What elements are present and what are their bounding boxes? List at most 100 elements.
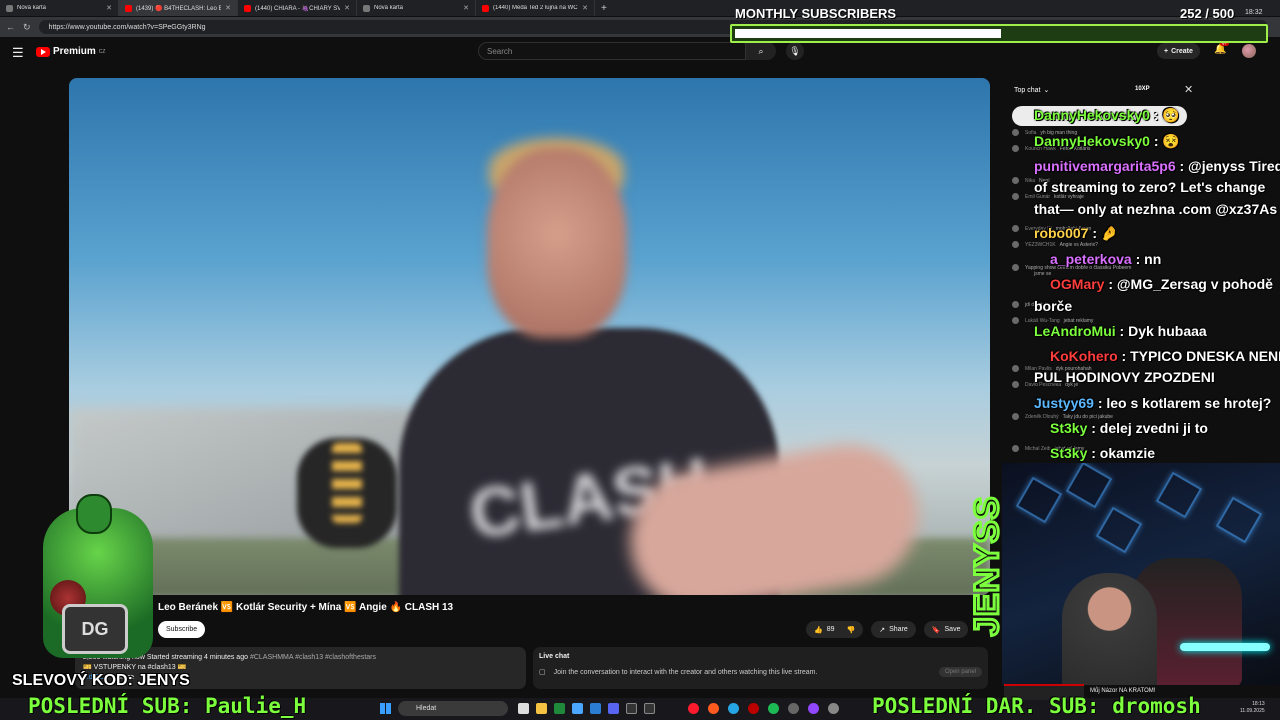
subscribe-button[interactable]: Subscribe xyxy=(158,621,206,638)
overlay-chat-message: St3ky : delej zvedni ji to xyxy=(1050,420,1208,436)
user-avatar-icon xyxy=(1012,145,1019,152)
overlay-chat-message: that— only at nezhna .com @xz37As xyxy=(1034,201,1278,217)
twitch-icon[interactable] xyxy=(808,703,819,714)
close-icon[interactable]: ✕ xyxy=(106,4,112,12)
live-chat-panel: Live chat ▢ Join the conversation to inte… xyxy=(533,647,988,689)
user-avatar-icon xyxy=(1012,264,1019,271)
hex-light xyxy=(1095,506,1143,554)
taskbar-apps xyxy=(378,701,868,716)
hex-light xyxy=(1015,476,1063,524)
live-chat-join-text: Join the conversation to interact with t… xyxy=(553,668,818,676)
user-avatar-icon xyxy=(1012,241,1019,248)
browser-tab[interactable]: (1440) Meda Ted 2 lujna na WC ✕ xyxy=(476,0,595,16)
close-icon[interactable]: ✕ xyxy=(344,4,350,12)
video-title: Leo Beránek 🆚 Kotlár Security + Mína 🆚 A… xyxy=(158,602,454,613)
firefox-icon[interactable] xyxy=(708,703,719,714)
overlay-chat-message: borče xyxy=(1034,298,1073,314)
close-icon[interactable]: ✕ xyxy=(582,4,588,12)
overlay-chat-message: DannyHekovsky0 : 🥺 xyxy=(1034,107,1180,123)
telegram-icon[interactable] xyxy=(728,703,739,714)
file-explorer-icon[interactable] xyxy=(536,703,547,714)
like-button[interactable]: 👍 89 👎 xyxy=(806,621,864,638)
streamer xyxy=(1062,573,1157,685)
overlay-chat-message: a_peterkova : nn xyxy=(1050,251,1162,267)
tab-icon xyxy=(363,4,370,12)
youtube-icon xyxy=(244,4,251,12)
user-avatar-icon xyxy=(1012,301,1019,308)
tab-icon xyxy=(6,4,13,12)
fighter-head xyxy=(487,148,627,338)
hex-light xyxy=(1215,496,1263,544)
youtube-play-icon xyxy=(36,46,50,57)
jenyss-logo: JENYSS xyxy=(967,494,1008,637)
user-avatar-icon xyxy=(1012,413,1019,420)
overlay-chat-message: OGMary : @MG_Zersag v pohodě xyxy=(1050,276,1273,292)
back-icon[interactable]: ← xyxy=(6,22,15,32)
screen: Nová karta✕ (1439) 🔴 B4THECLASH: Leo Ber… xyxy=(0,0,1280,720)
user-avatar-icon xyxy=(1012,381,1019,388)
thumbs-up-icon: 👍 xyxy=(814,626,823,634)
video-player[interactable]: CLASH xyxy=(69,78,990,595)
app-icon[interactable] xyxy=(644,703,655,714)
overlay-chat-message: KoKohero : TYPICO DNESKA NENI xyxy=(1050,348,1280,364)
browser-tab[interactable]: (1440) CHIARA - 🍇CHIARY SVĚT ✕ xyxy=(238,0,357,16)
create-button[interactable]: + Create xyxy=(1157,43,1200,59)
app-icon[interactable] xyxy=(626,703,637,714)
app-icon[interactable] xyxy=(788,703,799,714)
streamlabs-icon[interactable] xyxy=(748,703,759,714)
hamburger-menu-icon[interactable]: ☰ xyxy=(12,45,24,61)
subscriber-goal-fill xyxy=(735,29,1001,38)
open-panel-button[interactable]: Open panel xyxy=(938,667,982,677)
avatar[interactable] xyxy=(1242,44,1256,58)
user-avatar-icon xyxy=(1012,445,1019,452)
hashtags[interactable]: #CLASHMMA #clash13 #clashofthestars xyxy=(250,654,376,661)
close-icon[interactable]: ✕ xyxy=(463,4,469,12)
browser-tab[interactable]: Nová karta ✕ xyxy=(0,0,119,16)
excel-icon[interactable] xyxy=(554,703,565,714)
edge-icon[interactable] xyxy=(572,703,583,714)
spotify-icon[interactable] xyxy=(768,703,779,714)
browser-tab[interactable]: Nová karta ✕ xyxy=(357,0,476,16)
overlay-chat-message: St3ky : okamzie xyxy=(1050,445,1156,461)
user-avatar-icon xyxy=(1012,317,1019,324)
youtube-icon xyxy=(482,4,489,12)
close-icon[interactable]: ✕ xyxy=(1184,83,1193,96)
user-avatar-icon xyxy=(1012,365,1019,372)
plus-icon: + xyxy=(1164,47,1169,55)
user-avatar-icon xyxy=(1012,177,1019,184)
store-icon[interactable] xyxy=(590,703,601,714)
subscriber-goal-bar xyxy=(730,24,1268,43)
opera-icon[interactable] xyxy=(688,703,699,714)
system-clock[interactable]: 18:13 11.09.2025 xyxy=(1240,701,1265,715)
reload-icon[interactable]: ↻ xyxy=(23,22,31,33)
xp-counter: 10XP xyxy=(1135,86,1150,92)
hex-light xyxy=(1155,471,1203,519)
top-chat-dropdown[interactable]: Top chat ⌄ xyxy=(1014,86,1049,95)
browser-tab-active[interactable]: (1439) 🔴 B4THECLASH: Leo Beránek✕ xyxy=(119,0,238,16)
overlay-chat-message: PUL HODINOVY ZPOZDENI xyxy=(1034,369,1215,385)
booster-logo: DG xyxy=(62,604,128,654)
monthly-subscribers-count: 252 / 500 xyxy=(1180,6,1235,21)
microphone-icon[interactable]: 🎙 xyxy=(786,42,804,60)
user-avatar-icon xyxy=(1012,193,1019,200)
video-actions: 👍 89 👎 ↗ Share 🔖 Save xyxy=(806,621,969,638)
live-chat-label: Live chat xyxy=(539,653,570,660)
youtube-icon xyxy=(125,4,132,12)
save-button[interactable]: 🔖 Save xyxy=(923,621,969,638)
user-avatar-icon xyxy=(1012,225,1019,232)
overlay-chat-message: Justyy69 : leo s kotlarem se hrotej? xyxy=(1034,395,1272,411)
close-icon[interactable]: ✕ xyxy=(225,4,231,12)
youtube-logo[interactable]: Premium CZ xyxy=(36,46,105,57)
share-button[interactable]: ↗ Share xyxy=(871,621,916,638)
overlay-chat-message: robo007 : 🤌 xyxy=(1034,225,1119,241)
discord-icon[interactable] xyxy=(608,703,619,714)
new-tab-button[interactable]: + xyxy=(595,3,613,14)
app-icon[interactable] xyxy=(828,703,839,714)
notifications-bell-icon[interactable]: 🔔 9+ xyxy=(1214,41,1229,55)
webcam-feed xyxy=(1002,463,1280,685)
task-view-icon[interactable] xyxy=(518,703,529,714)
search-input[interactable]: Search xyxy=(478,42,746,60)
search-icon[interactable]: ⌕ xyxy=(746,42,776,60)
last-gift-banner: POSLEDNÍ DAR. SUB: dromosh xyxy=(872,694,1201,718)
thumbs-down-icon[interactable]: 👎 xyxy=(847,626,856,634)
